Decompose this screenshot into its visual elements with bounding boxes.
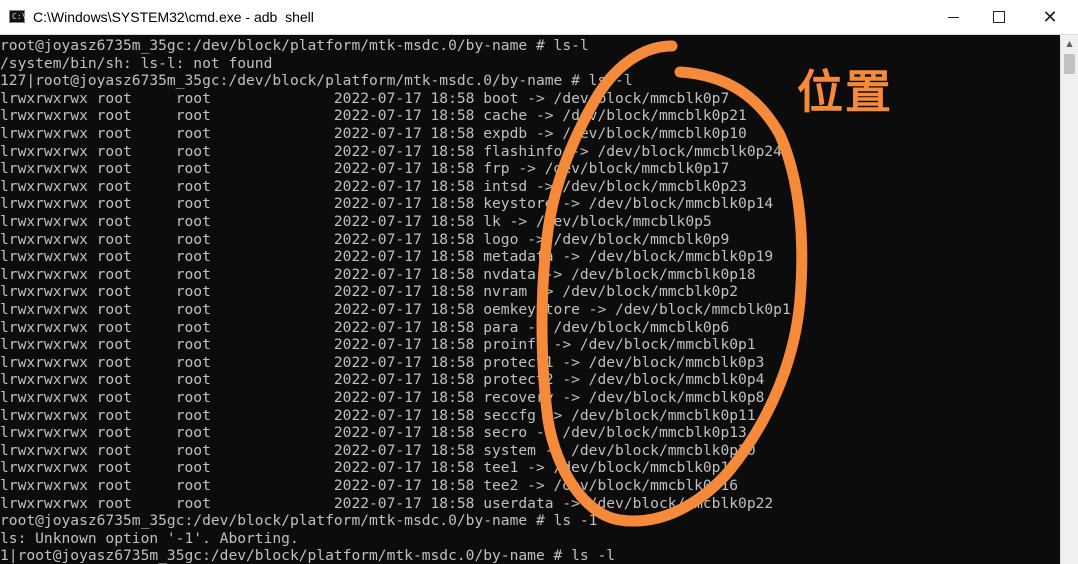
cmd-icon-text: C:\ xyxy=(12,12,27,21)
console-line: lrwxrwxrwx root root 2022-07-17 18:58 fl… xyxy=(0,142,782,160)
title-bar[interactable]: C:\ C:\Windows\SYSTEM32\cmd.exe - adb sh… xyxy=(0,0,1078,35)
console-line: lrwxrwxrwx root root 2022-07-17 18:58 oe… xyxy=(0,301,791,318)
console-line: lrwxrwxrwx root root 2022-07-17 18:58 pr… xyxy=(0,353,765,371)
console-line: lrwxrwxrwx root root 2022-07-17 18:58 re… xyxy=(0,389,765,406)
console-line: lrwxrwxrwx root root 2022-07-17 18:58 pr… xyxy=(0,371,765,389)
close-button[interactable]: ✕ xyxy=(1022,0,1078,34)
console-line: 127|root@joyasz6735m_35gc:/dev/block/pla… xyxy=(0,72,633,90)
cmd-window: C:\ C:\Windows\SYSTEM32\cmd.exe - adb sh… xyxy=(0,0,1078,564)
console-line: lrwxrwxrwx root root 2022-07-17 18:58 bo… xyxy=(0,89,730,107)
console-line: lrwxrwxrwx root root 2022-07-17 18:58 nv… xyxy=(0,265,756,283)
console-line: lrwxrwxrwx root root 2022-07-17 18:58 te… xyxy=(0,477,739,494)
minimize-button[interactable] xyxy=(930,0,976,34)
console-line: lrwxrwxrwx root root 2022-07-17 18:58 lk… xyxy=(0,213,712,230)
minimize-icon xyxy=(947,16,959,18)
console-line: lrwxrwxrwx root root 2022-07-17 18:58 ca… xyxy=(0,107,747,125)
close-icon: ✕ xyxy=(1042,6,1058,28)
console-line: lrwxrwxrwx root root 2022-07-17 18:58 te… xyxy=(0,459,739,477)
console-line: lrwxrwxrwx root root 2022-07-17 18:58 pr… xyxy=(0,336,756,354)
window-title: C:\Windows\SYSTEM32\cmd.exe - adb shell xyxy=(33,9,314,25)
console-line: /system/bin/sh: ls-l: not found xyxy=(0,54,273,72)
scroll-thumb[interactable] xyxy=(1064,54,1075,74)
console-line: lrwxrwxrwx root root 2022-07-17 18:58 ke… xyxy=(0,195,774,213)
cmd-icon: C:\ xyxy=(9,10,27,23)
console-line: lrwxrwxrwx root root 2022-07-17 18:58 ex… xyxy=(0,125,747,142)
console-line: root@joyasz6735m_35gc:/dev/block/platfor… xyxy=(0,512,598,530)
console-line: lrwxrwxrwx root root 2022-07-17 18:58 nv… xyxy=(0,283,739,301)
maximize-button[interactable] xyxy=(976,0,1022,34)
vertical-scrollbar[interactable]: ▲ xyxy=(1060,35,1078,564)
console-line: lrwxrwxrwx root root 2022-07-17 18:58 in… xyxy=(0,177,747,195)
console-line: ls: Unknown option '-1'. Aborting. xyxy=(0,529,299,547)
console-output[interactable]: root@joyasz6735m_35gc:/dev/block/platfor… xyxy=(0,35,1060,564)
maximize-icon xyxy=(993,11,1005,23)
console-line: lrwxrwxrwx root root 2022-07-17 18:58 lo… xyxy=(0,230,730,248)
console-line: lrwxrwxrwx root root 2022-07-17 18:58 pa… xyxy=(0,318,730,336)
console-line: lrwxrwxrwx root root 2022-07-17 18:58 us… xyxy=(0,494,774,512)
console-line: lrwxrwxrwx root root 2022-07-17 18:58 sy… xyxy=(0,441,756,459)
console-line: lrwxrwxrwx root root 2022-07-17 18:58 se… xyxy=(0,424,747,442)
console-line: root@joyasz6735m_35gc:/dev/block/platfor… xyxy=(0,37,589,54)
console-line: 1|root@joyasz6735m_35gc:/dev/block/platf… xyxy=(0,547,616,564)
console-line: lrwxrwxrwx root root 2022-07-17 18:58 me… xyxy=(0,248,774,266)
console-line: lrwxrwxrwx root root 2022-07-17 18:58 fr… xyxy=(0,160,730,178)
scroll-up-arrow-icon[interactable]: ▲ xyxy=(1061,35,1078,52)
console-line: lrwxrwxrwx root root 2022-07-17 18:58 se… xyxy=(0,406,756,424)
